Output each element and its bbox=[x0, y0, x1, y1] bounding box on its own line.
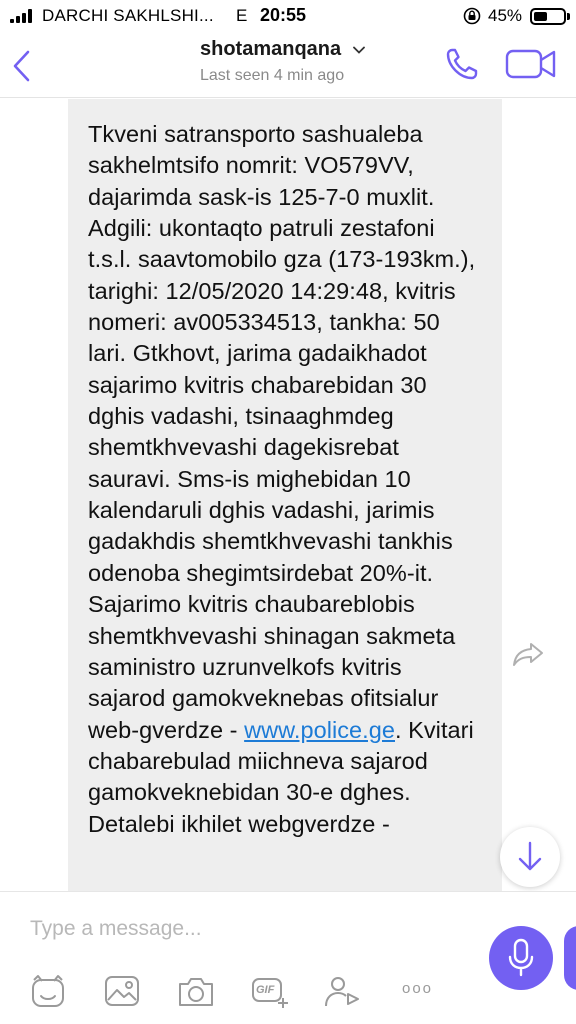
rotation-lock-icon bbox=[463, 7, 481, 25]
contact-name: shotamanqana bbox=[200, 38, 342, 60]
status-bar: DARCHI SAKHLSHI... E 20:55 45% bbox=[0, 0, 576, 32]
arrow-down-icon bbox=[518, 841, 542, 871]
signal-icon bbox=[10, 9, 36, 23]
forward-icon[interactable] bbox=[510, 639, 546, 669]
message-text: Tkveni satransporto sashualeba sakhelmts… bbox=[88, 119, 484, 840]
message-bubble[interactable]: Tkveni satransporto sashualeba sakhelmts… bbox=[68, 99, 502, 891]
chat-area[interactable]: Tkveni satransporto sashualeba sakhelmts… bbox=[0, 99, 576, 891]
microphone-icon bbox=[508, 938, 534, 977]
side-action-button[interactable] bbox=[564, 926, 576, 990]
chevron-down-icon bbox=[352, 46, 365, 54]
sticker-icon[interactable] bbox=[28, 972, 68, 1010]
message-input[interactable] bbox=[30, 914, 450, 944]
voice-message-button[interactable] bbox=[489, 926, 553, 990]
more-icon[interactable]: ooo bbox=[398, 972, 438, 1010]
message-text-part: Tkveni satransporto sashualeba sakhelmts… bbox=[88, 121, 476, 743]
more-dots: ooo bbox=[402, 980, 434, 997]
battery-percent: 45% bbox=[488, 6, 523, 25]
video-call-icon[interactable] bbox=[505, 46, 557, 82]
gif-icon[interactable]: GIF bbox=[250, 972, 290, 1010]
battery-nub bbox=[567, 13, 570, 20]
chat-header: shotamanqana Last seen 4 min ago bbox=[0, 32, 576, 98]
gallery-icon[interactable] bbox=[102, 972, 142, 1010]
police-link[interactable]: www.police.ge bbox=[244, 717, 395, 743]
camera-icon[interactable] bbox=[176, 972, 216, 1010]
last-seen-status: Last seen 4 min ago bbox=[200, 67, 345, 84]
battery-icon bbox=[530, 8, 566, 25]
composer: GIF ooo bbox=[0, 891, 576, 1024]
network-type: E bbox=[236, 6, 248, 25]
contact-info[interactable]: shotamanqana Last seen 4 min ago bbox=[200, 38, 400, 85]
share-contact-icon[interactable] bbox=[322, 972, 362, 1010]
back-button[interactable] bbox=[6, 46, 40, 86]
carrier-name: DARCHI SAKHLSHI... bbox=[42, 6, 214, 25]
scroll-down-button[interactable] bbox=[500, 827, 560, 887]
gif-label: GIF bbox=[256, 984, 275, 996]
status-time: 20:55 bbox=[260, 5, 307, 25]
phone-icon[interactable] bbox=[442, 44, 482, 84]
